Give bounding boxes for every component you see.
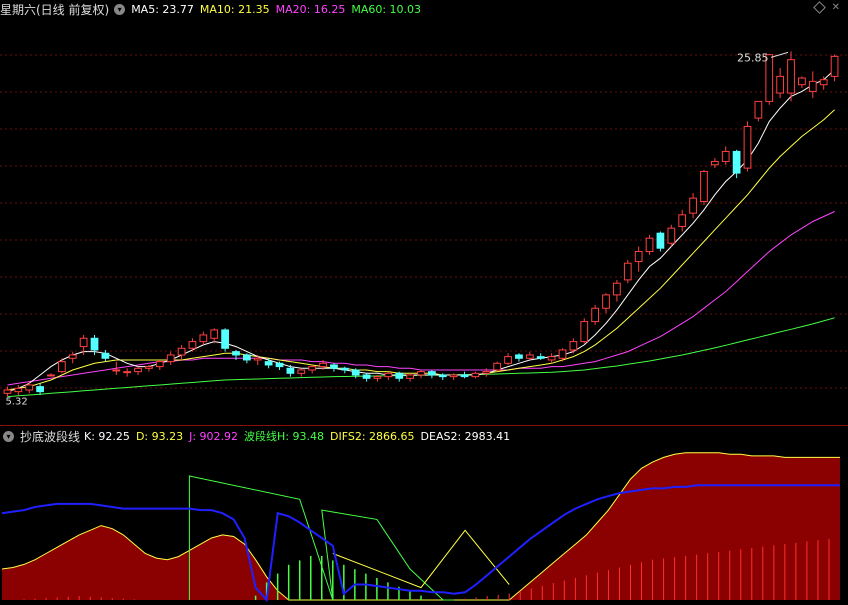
indicator-chart[interactable] (0, 0, 848, 605)
fill-area (2, 452, 840, 600)
